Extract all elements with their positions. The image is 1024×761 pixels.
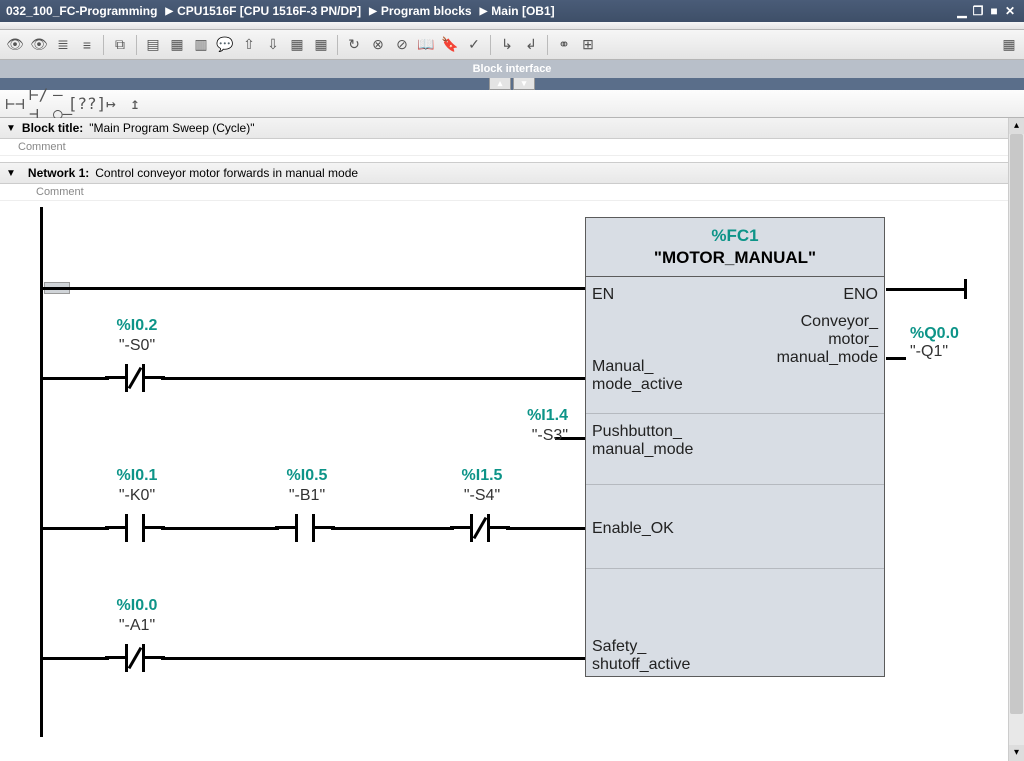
fc-name: "MOTOR_MANUAL" — [590, 248, 880, 268]
contact-s4[interactable] — [460, 514, 500, 542]
contact-b1-sym: "-B1" — [272, 487, 342, 505]
tool-operand-up-icon[interactable]: ⇧ — [238, 34, 260, 56]
contact-a1-addr: %I0.0 — [102, 597, 172, 615]
scroll-up-icon[interactable]: ▴ — [1009, 118, 1024, 134]
network-comment[interactable]: Comment — [0, 184, 1008, 201]
contact-s3-sym: "-S3" — [498, 427, 568, 445]
contact-s4-addr: %I1.5 — [447, 467, 517, 485]
contact-a1-sym: "-A1" — [102, 617, 172, 635]
network-collapse-icon[interactable]: ▼ — [6, 168, 16, 179]
tool-update-icon[interactable]: ↻ — [343, 34, 365, 56]
contact-s4-sym: "-S4" — [447, 487, 517, 505]
fc-address: %FC1 — [590, 226, 880, 246]
eno-terminator — [964, 279, 967, 299]
interface-expand-down-icon[interactable]: ▾ — [513, 78, 535, 90]
tool-warn-icon[interactable]: ⊘ — [391, 34, 413, 56]
breadcrumb-1[interactable]: CPU1516F [CPU 1516F-3 PN/DP] — [177, 4, 361, 18]
contact-k0[interactable] — [115, 514, 155, 542]
network-title[interactable]: Control conveyor motor forwards in manua… — [95, 166, 358, 180]
network-label: Network 1: — [28, 166, 89, 180]
tool-grid1-icon[interactable]: ▦ — [286, 34, 308, 56]
contact-s0-addr: %I0.2 — [102, 317, 172, 335]
block-comment[interactable]: Comment — [0, 139, 1008, 156]
restore-button[interactable]: ❐ — [970, 4, 986, 18]
breadcrumb-3[interactable]: Main [OB1] — [491, 4, 554, 18]
tool-settings-icon[interactable]: ▦ — [998, 34, 1020, 56]
tool-tag-icon[interactable]: 🔖 — [439, 34, 461, 56]
maximize-button[interactable]: ■ — [986, 4, 1002, 18]
close-button[interactable]: ✕ — [1002, 4, 1018, 18]
tool-error-icon[interactable]: ⊗ — [367, 34, 389, 56]
tool-list2-icon[interactable]: ▦ — [166, 34, 188, 56]
breadcrumb-2[interactable]: Program blocks — [381, 4, 472, 18]
scroll-thumb[interactable] — [1010, 134, 1023, 714]
output-q1[interactable]: %Q0.0 "-Q1" — [910, 325, 959, 361]
output-wire — [886, 357, 906, 360]
main-toolbar: 👁 👁 ≣ ≡ ⧉ ▤ ▦ ▥ 💬 ⇧ ⇩ ▦ ▦ ↻ ⊗ ⊘ 📖 🔖 ✓ ↳ … — [0, 30, 1024, 60]
scroll-down-icon[interactable]: ▾ — [1009, 745, 1024, 761]
contact-a1[interactable] — [115, 644, 155, 672]
block-title-value[interactable]: "Main Program Sweep (Cycle)" — [89, 121, 254, 135]
fc-block[interactable]: %FC1 "MOTOR_MANUAL" EN ENO Conveyor_ mot… — [585, 217, 885, 677]
tool-filter-icon[interactable]: ≣ — [52, 34, 74, 56]
pin-enable-ok: Enable_OK — [592, 520, 674, 538]
ladder-diagram[interactable]: %I0.2 "-S0" %I0.1 "-K0" %I0.5 "-B1" — [30, 207, 1008, 737]
interface-collapse-up-icon[interactable]: ▴ — [489, 78, 511, 90]
tool-list3-icon[interactable]: ▥ — [190, 34, 212, 56]
tool-operand-down-icon[interactable]: ⇩ — [262, 34, 284, 56]
pin-en: EN — [592, 286, 614, 304]
fc-header: %FC1 "MOTOR_MANUAL" — [586, 218, 884, 277]
minimize-button[interactable]: ▁ — [954, 4, 970, 18]
tool-check-icon[interactable]: ✓ — [463, 34, 485, 56]
pin-pushbutton: Pushbutton_ manual_mode — [592, 423, 693, 459]
pin-safety: Safety_ shutoff_active — [592, 638, 690, 674]
tool-grid2-icon[interactable]: ▦ — [310, 34, 332, 56]
tool-comment-icon[interactable]: 💬 — [214, 34, 236, 56]
rung-en — [40, 287, 585, 290]
contact-k0-sym: "-K0" — [102, 487, 172, 505]
editor-area: ▼ Block title: "Main Program Sweep (Cycl… — [0, 118, 1008, 761]
eno-wire — [886, 288, 966, 291]
block-collapse-icon[interactable]: ▼ — [6, 123, 16, 134]
title-bar: 032_100_FC-Programming ▶ CPU1516F [CPU 1… — [0, 0, 1024, 22]
tool-monitor-off-icon[interactable]: 👁 — [28, 34, 50, 56]
toolbar-spacer — [0, 22, 1024, 30]
contact-k0-addr: %I0.1 — [102, 467, 172, 485]
block-interface-bar[interactable]: Block interface ▴ ▾ — [0, 60, 1024, 78]
network-header: ▼ Network 1: Control conveyor motor forw… — [0, 162, 1008, 184]
block-title-label: Block title: — [22, 121, 83, 135]
breadcrumb-0[interactable]: 032_100_FC-Programming — [6, 4, 157, 18]
block-title-row: ▼ Block title: "Main Program Sweep (Cycl… — [0, 118, 1008, 139]
breadcrumb-sep: ▶ — [369, 6, 377, 17]
lad-no-contact-icon[interactable]: ⊢⊣ — [4, 93, 26, 115]
pin-conveyor-out: Conveyor_ motor_ manual_mode — [777, 313, 878, 367]
lad-nc-contact-icon[interactable]: ⊢/⊣ — [28, 93, 50, 115]
contact-b1-addr: %I0.5 — [272, 467, 342, 485]
contact-s0-sym: "-S0" — [102, 337, 172, 355]
block-interface-label: Block interface — [473, 63, 552, 75]
tool-copy-icon[interactable]: ⧉ — [109, 34, 131, 56]
tool-list1-icon[interactable]: ▤ — [142, 34, 164, 56]
tool-goto-icon[interactable]: ↳ — [496, 34, 518, 56]
tool-expand-icon[interactable]: ≡ — [76, 34, 98, 56]
tool-link-icon[interactable]: ⚭ — [553, 34, 575, 56]
output-sym: "-Q1" — [910, 343, 959, 361]
lad-box-icon[interactable]: [??] — [76, 93, 98, 115]
lad-branch-open-icon[interactable]: ↦ — [100, 93, 122, 115]
lad-branch-close-icon[interactable]: ↥ — [124, 93, 146, 115]
breadcrumb-sep: ▶ — [165, 6, 173, 17]
output-addr: %Q0.0 — [910, 325, 959, 343]
pin-manual-mode: Manual_ mode_active — [592, 358, 683, 394]
ladder-toolbar: ⊢⊣ ⊢/⊣ –○– [??] ↦ ↥ — [0, 90, 1024, 118]
tool-structure-icon[interactable]: ⊞ — [577, 34, 599, 56]
tool-monitor-on-icon[interactable]: 👁 — [4, 34, 26, 56]
contact-s3-addr: %I1.4 — [498, 407, 568, 425]
vertical-scrollbar[interactable]: ▴ ▾ — [1008, 118, 1024, 761]
pin-eno: ENO — [843, 286, 878, 304]
breadcrumb-sep: ▶ — [480, 6, 488, 17]
tool-goto2-icon[interactable]: ↲ — [520, 34, 542, 56]
tool-book-icon[interactable]: 📖 — [415, 34, 437, 56]
contact-b1[interactable] — [285, 514, 325, 542]
contact-s0[interactable] — [115, 364, 155, 392]
